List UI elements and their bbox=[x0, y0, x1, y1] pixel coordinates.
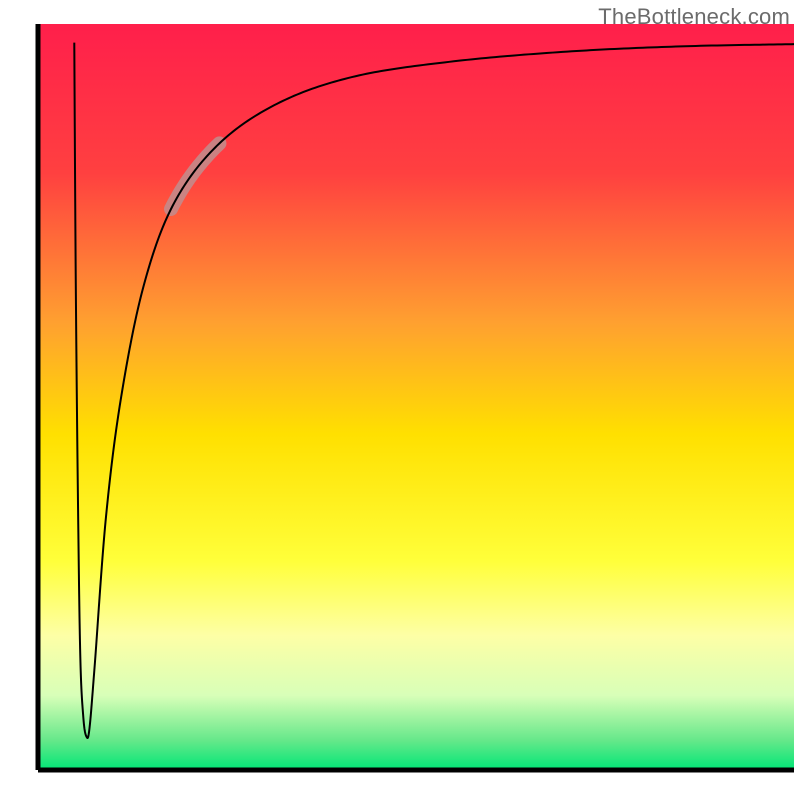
plot-area bbox=[38, 24, 794, 770]
watermark-text: TheBottleneck.com bbox=[598, 4, 790, 30]
plot-background bbox=[38, 24, 794, 770]
chart-container: TheBottleneck.com bbox=[0, 0, 800, 800]
bottleneck-chart bbox=[0, 0, 800, 800]
